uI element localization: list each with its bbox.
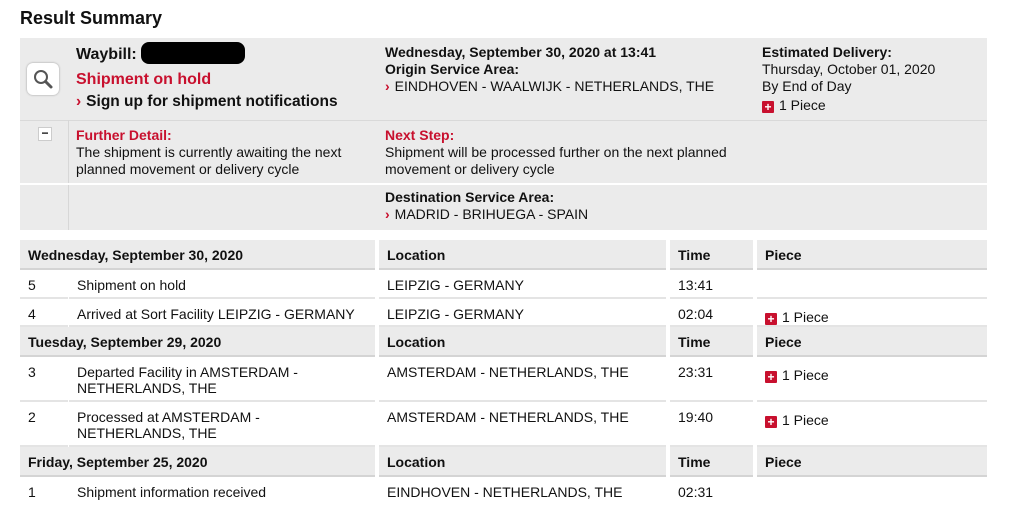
search-button[interactable]	[27, 63, 59, 95]
row-piece[interactable]: +1 Piece	[757, 402, 987, 447]
shipment-status: Shipment on hold	[76, 71, 212, 88]
row-number: 3	[20, 357, 68, 402]
estimated-delivery-time: By End of Day	[762, 78, 852, 94]
row-time: 13:41	[670, 270, 753, 299]
row-description: Shipment on hold	[69, 270, 375, 299]
status-datetime: Wednesday, September 30, 2020 at 13:41	[385, 44, 657, 60]
col-location-header: Location	[379, 240, 666, 270]
day-date: Friday, September 25, 2020	[20, 447, 375, 477]
further-detail-text-2: planned movement or delivery cycle	[76, 161, 300, 177]
row-location: AMSTERDAM - NETHERLANDS, THE	[379, 357, 666, 402]
day-header: Wednesday, September 30, 2020 Location T…	[20, 240, 987, 270]
row-number: 5	[20, 270, 68, 299]
day-date: Wednesday, September 30, 2020	[20, 240, 375, 270]
summary-main-row: Waybill: Shipment on hold › Sign up for s…	[20, 38, 987, 121]
col-time-header: Time	[670, 240, 753, 270]
signup-notifications-link[interactable]: › Sign up for shipment notifications	[76, 93, 338, 111]
result-summary-panel: Waybill: Shipment on hold › Sign up for s…	[20, 38, 987, 230]
page-title: Result Summary	[20, 8, 163, 28]
row-piece[interactable]: +1 Piece	[757, 299, 987, 327]
further-detail-text-1: The shipment is currently awaiting the n…	[76, 144, 342, 160]
next-step-text-2: movement or delivery cycle	[385, 161, 555, 177]
origin-service-area[interactable]: › EINDHOVEN - WAALWIJK - NETHERLANDS, THE	[385, 78, 714, 95]
destination-service-area[interactable]: › MADRID - BRIHUEGA - SPAIN	[385, 206, 588, 223]
summary-destination-row: Destination Service Area: › MADRID - BRIH…	[20, 185, 987, 230]
col-time-header: Time	[670, 447, 753, 477]
row-piece[interactable]: +1 Piece	[757, 357, 987, 402]
table-row: 5 Shipment on hold LEIPZIG - GERMANY 13:…	[20, 270, 987, 299]
table-row: 4 Arrived at Sort Facility LEIPZIG - GER…	[20, 299, 987, 327]
col-location-header: Location	[379, 327, 666, 357]
piece-count[interactable]: +1 Piece	[762, 97, 935, 114]
day-header: Tuesday, September 29, 2020 Location Tim…	[20, 327, 987, 357]
further-detail-label: Further Detail:	[76, 127, 172, 143]
row-time: 19:40	[670, 402, 753, 447]
plus-box-icon: +	[765, 313, 777, 325]
row-location: LEIPZIG - GERMANY	[379, 299, 666, 327]
next-step-text-1: Shipment will be processed further on th…	[385, 144, 727, 160]
col-time-header: Time	[670, 327, 753, 357]
minus-box-icon[interactable]: −	[38, 127, 52, 141]
chevron-right-icon: ›	[385, 78, 390, 94]
row-time: 02:04	[670, 299, 753, 327]
row-number: 2	[20, 402, 68, 447]
summary-detail-row: − Further Detail: The shipment is curren…	[20, 121, 987, 185]
plus-box-icon: +	[762, 101, 774, 113]
waybill-number: Waybill:	[76, 42, 245, 64]
chevron-right-icon: ›	[76, 93, 82, 110]
table-row: 3 Departed Facility in AMSTERDAM - NETHER…	[20, 357, 987, 402]
row-description: Arrived at Sort Facility LEIPZIG - GERMA…	[69, 299, 375, 327]
col-piece-header: Piece	[757, 447, 987, 477]
magnifier-icon	[34, 70, 53, 89]
col-location-header: Location	[379, 447, 666, 477]
row-location: LEIPZIG - GERMANY	[379, 270, 666, 299]
chevron-right-icon: ›	[385, 206, 390, 222]
estimated-delivery-date: Thursday, October 01, 2020	[762, 61, 936, 77]
row-description: Departed Facility in AMSTERDAM - NETHERLA…	[69, 357, 375, 402]
next-step-label: Next Step:	[385, 127, 455, 143]
estimated-delivery-label: Estimated Delivery:	[762, 44, 892, 60]
col-piece-header: Piece	[757, 327, 987, 357]
row-time: 23:31	[670, 357, 753, 402]
col-piece-header: Piece	[757, 240, 987, 270]
row-location: AMSTERDAM - NETHERLANDS, THE	[379, 402, 666, 447]
plus-box-icon: +	[765, 371, 777, 383]
row-piece	[757, 270, 987, 299]
row-number: 4	[20, 299, 68, 327]
origin-label: Origin Service Area:	[385, 61, 520, 77]
day-header: Friday, September 25, 2020 Location Time…	[20, 447, 987, 477]
redacted-waybill	[140, 42, 245, 64]
shipment-history-table: Wednesday, September 30, 2020 Location T…	[20, 240, 987, 507]
plus-box-icon: +	[765, 416, 777, 428]
day-date: Tuesday, September 29, 2020	[20, 327, 375, 357]
table-row: 2 Processed at AMSTERDAM - NETHERLANDS, T…	[20, 402, 987, 447]
destination-label: Destination Service Area:	[385, 189, 555, 205]
row-description: Processed at AMSTERDAM - NETHERLANDS, THE	[69, 402, 375, 447]
